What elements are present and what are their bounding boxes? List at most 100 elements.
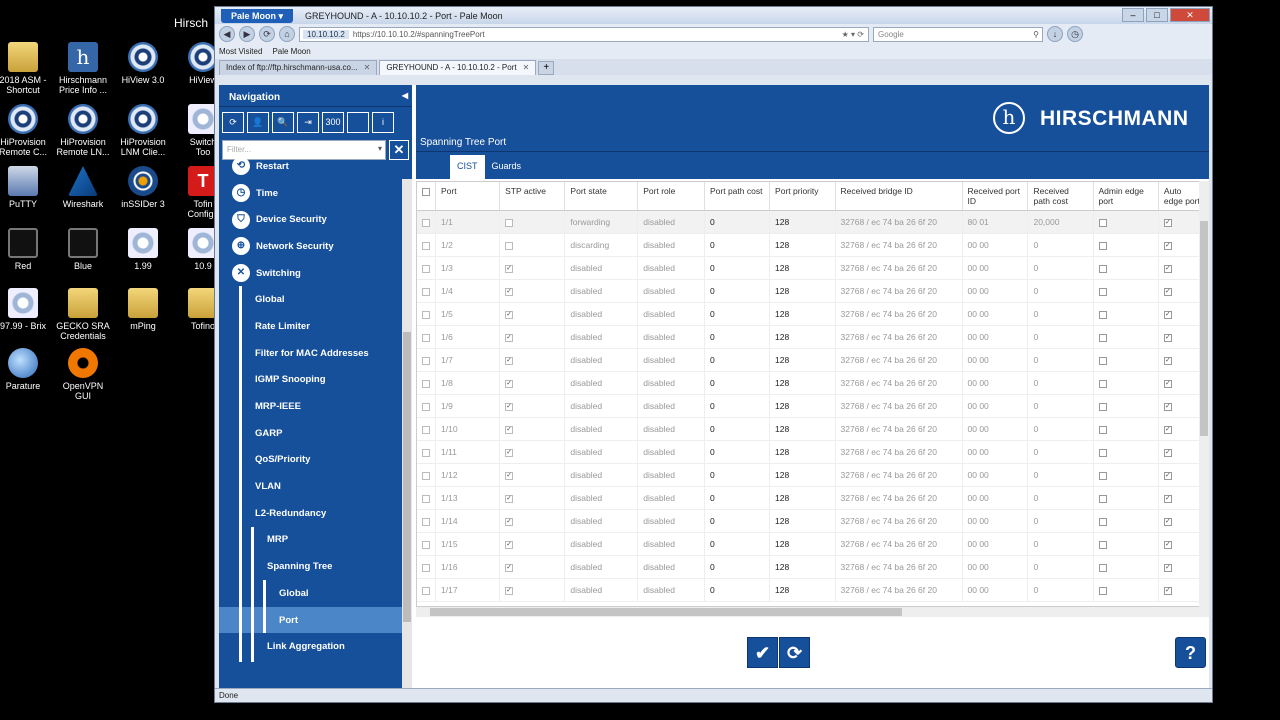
- select-all-checkbox[interactable]: [422, 187, 430, 196]
- nav-item-device-security[interactable]: ⛉ Device Security: [219, 206, 402, 233]
- nav-toolbar-button[interactable]: i: [372, 112, 394, 133]
- table-row[interactable]: 1/13 ✓ disabled disabled 0 128 32768 / ec 74 b…: [417, 486, 1208, 510]
- nav-item-port[interactable]: Port: [219, 606, 402, 634]
- nav-item-garp[interactable]: GARP: [219, 419, 402, 447]
- chevron-down-icon[interactable]: ▾: [378, 144, 382, 153]
- nav-item-mrp-ieee[interactable]: MRP-IEEE: [219, 393, 402, 420]
- close-icon[interactable]: ✕: [523, 61, 530, 75]
- row-select-checkbox[interactable]: [422, 356, 430, 365]
- table-row[interactable]: 1/9 ✓ disabled disabled 0 128 32768 / ec 74 ba…: [417, 394, 1208, 418]
- stp-checkbox[interactable]: [505, 241, 514, 250]
- column-header[interactable]: Port: [435, 182, 501, 211]
- nav-toolbar-button[interactable]: ⇥: [297, 112, 319, 133]
- stp-checkbox[interactable]: ✓: [505, 379, 514, 388]
- reload-data-button[interactable]: ⟳: [779, 637, 810, 668]
- back-button[interactable]: ◀: [219, 26, 235, 42]
- nav-item-qos-priority[interactable]: QoS/Priority: [219, 446, 402, 474]
- home-button[interactable]: ⌂: [279, 26, 295, 42]
- desktop-icon[interactable]: HiView 3.0: [113, 42, 173, 85]
- collapse-icon[interactable]: ◀: [402, 91, 408, 100]
- desktop-icon[interactable]: PuTTY: [0, 166, 53, 209]
- table-row[interactable]: 1/4 ✓ disabled disabled 0 128 32768 / ec 74 ba…: [417, 279, 1208, 303]
- admin-checkbox[interactable]: [1098, 241, 1107, 250]
- table-row[interactable]: 1/1 forwarding disabled 0 128 32768 / ec 74 b…: [417, 210, 1208, 234]
- column-header[interactable]: Received bridge ID: [835, 182, 963, 211]
- downloads-button[interactable]: ↓: [1047, 26, 1063, 42]
- bookmark-star-icon[interactable]: ★ ▾ ⟳: [842, 30, 868, 39]
- auto-checkbox[interactable]: ✓: [1163, 310, 1172, 319]
- search-icon[interactable]: ⚲: [1033, 28, 1042, 41]
- admin-checkbox[interactable]: [1098, 356, 1107, 365]
- column-header[interactable]: Port state: [564, 182, 639, 211]
- row-select-checkbox[interactable]: [422, 448, 430, 457]
- stp-checkbox[interactable]: ✓: [505, 425, 514, 434]
- desktop-icon[interactable]: h Hirschmann Price Info ...: [53, 42, 113, 95]
- auto-checkbox[interactable]: ✓: [1163, 448, 1172, 457]
- row-select-checkbox[interactable]: [422, 264, 430, 273]
- stp-checkbox[interactable]: ✓: [505, 310, 514, 319]
- browser-tab-port[interactable]: GREYHOUND - A - 10.10.10.2 - Port ✕: [379, 60, 537, 75]
- admin-checkbox[interactable]: [1098, 425, 1107, 434]
- column-header[interactable]: Port priority: [769, 182, 836, 211]
- nav-item-spanning-tree[interactable]: Spanning Tree: [219, 553, 402, 580]
- table-row[interactable]: 1/7 ✓ disabled disabled 0 128 32768 / ec 74 ba…: [417, 348, 1208, 372]
- table-vertical-scrollbar[interactable]: [1199, 181, 1209, 607]
- nav-scrollbar[interactable]: [402, 179, 412, 688]
- nav-item-switching[interactable]: ✕ Switching: [219, 260, 402, 287]
- stp-checkbox[interactable]: ✓: [505, 287, 514, 296]
- row-select-checkbox[interactable]: [422, 471, 430, 480]
- stp-checkbox[interactable]: ✓: [505, 563, 514, 572]
- admin-checkbox[interactable]: [1098, 563, 1107, 572]
- admin-checkbox[interactable]: [1098, 402, 1107, 411]
- desktop-icon[interactable]: HiProvision Remote C...: [0, 104, 53, 157]
- table-row[interactable]: 1/2 discarding disabled 0 128 32768 / ec 74 b…: [417, 233, 1208, 257]
- table-row[interactable]: 1/3 ✓ disabled disabled 0 128 32768 / ec 74 ba…: [417, 256, 1208, 280]
- table-row[interactable]: 1/5 ✓ disabled disabled 0 128 32768 / ec 74 ba…: [417, 302, 1208, 326]
- nav-item-restart[interactable]: ⟲ Restart: [219, 153, 402, 180]
- nav-toolbar-button[interactable]: 300: [322, 112, 344, 133]
- stp-checkbox[interactable]: ✓: [505, 264, 514, 273]
- desktop-icon[interactable]: mPing: [113, 288, 173, 331]
- desktop-icon[interactable]: inSSIDer 3: [113, 166, 173, 209]
- nav-toolbar-button[interactable]: ⟳: [222, 112, 244, 133]
- row-select-checkbox[interactable]: [422, 287, 430, 296]
- stp-checkbox[interactable]: ✓: [505, 356, 514, 365]
- auto-checkbox[interactable]: ✓: [1163, 264, 1172, 273]
- desktop-icon[interactable]: 2018 ASM - Shortcut: [0, 42, 53, 95]
- auto-checkbox[interactable]: ✓: [1163, 218, 1172, 227]
- auto-checkbox[interactable]: ✓: [1163, 471, 1172, 480]
- auto-checkbox[interactable]: ✓: [1163, 241, 1172, 250]
- nav-item-global[interactable]: Global: [219, 286, 402, 314]
- minimize-button[interactable]: –: [1122, 8, 1144, 22]
- row-select-checkbox[interactable]: [422, 310, 430, 319]
- maximize-button[interactable]: □: [1146, 8, 1168, 22]
- auto-checkbox[interactable]: ✓: [1163, 333, 1172, 342]
- row-select-checkbox[interactable]: [422, 333, 430, 342]
- row-select-checkbox[interactable]: [422, 540, 430, 549]
- nav-item-global[interactable]: Global: [219, 580, 402, 607]
- nav-item-link-backup[interactable]: Link Backup: [219, 660, 402, 662]
- admin-checkbox[interactable]: [1098, 218, 1107, 227]
- table-row[interactable]: 1/17 ✓ disabled disabled 0 128 32768 / ec 74 b…: [417, 578, 1208, 602]
- table-row[interactable]: 1/16 ✓ disabled disabled 0 128 32768 / ec 74 b…: [417, 555, 1208, 579]
- row-select-checkbox[interactable]: [422, 494, 430, 503]
- apply-button[interactable]: ✔: [747, 637, 778, 668]
- new-tab-button[interactable]: +: [538, 61, 555, 75]
- admin-checkbox[interactable]: [1098, 333, 1107, 342]
- bookmark-pale-moon[interactable]: Pale Moon: [272, 47, 310, 56]
- row-select-checkbox[interactable]: [422, 241, 430, 250]
- row-select-checkbox[interactable]: [422, 218, 430, 227]
- bookmark-most-visited[interactable]: Most Visited: [219, 47, 262, 56]
- table-row[interactable]: 1/6 ✓ disabled disabled 0 128 32768 / ec 74 ba…: [417, 325, 1208, 349]
- browser-tab-ftp[interactable]: Index of ftp://ftp.hirschmann-usa.co... ✕: [219, 60, 378, 75]
- auto-checkbox[interactable]: ✓: [1163, 540, 1172, 549]
- url-bar[interactable]: 10.10.10.2 https://10.10.10.2/#spanningT…: [299, 26, 869, 42]
- search-input[interactable]: Google ⚲: [873, 26, 1043, 42]
- admin-checkbox[interactable]: [1098, 287, 1107, 296]
- admin-checkbox[interactable]: [1098, 310, 1107, 319]
- column-header[interactable]: Port role: [637, 182, 705, 211]
- auto-checkbox[interactable]: ✓: [1163, 379, 1172, 388]
- close-button[interactable]: ✕: [1170, 8, 1210, 22]
- nav-item-time[interactable]: ◷ Time: [219, 180, 402, 207]
- column-header[interactable]: Received path cost: [1027, 182, 1094, 211]
